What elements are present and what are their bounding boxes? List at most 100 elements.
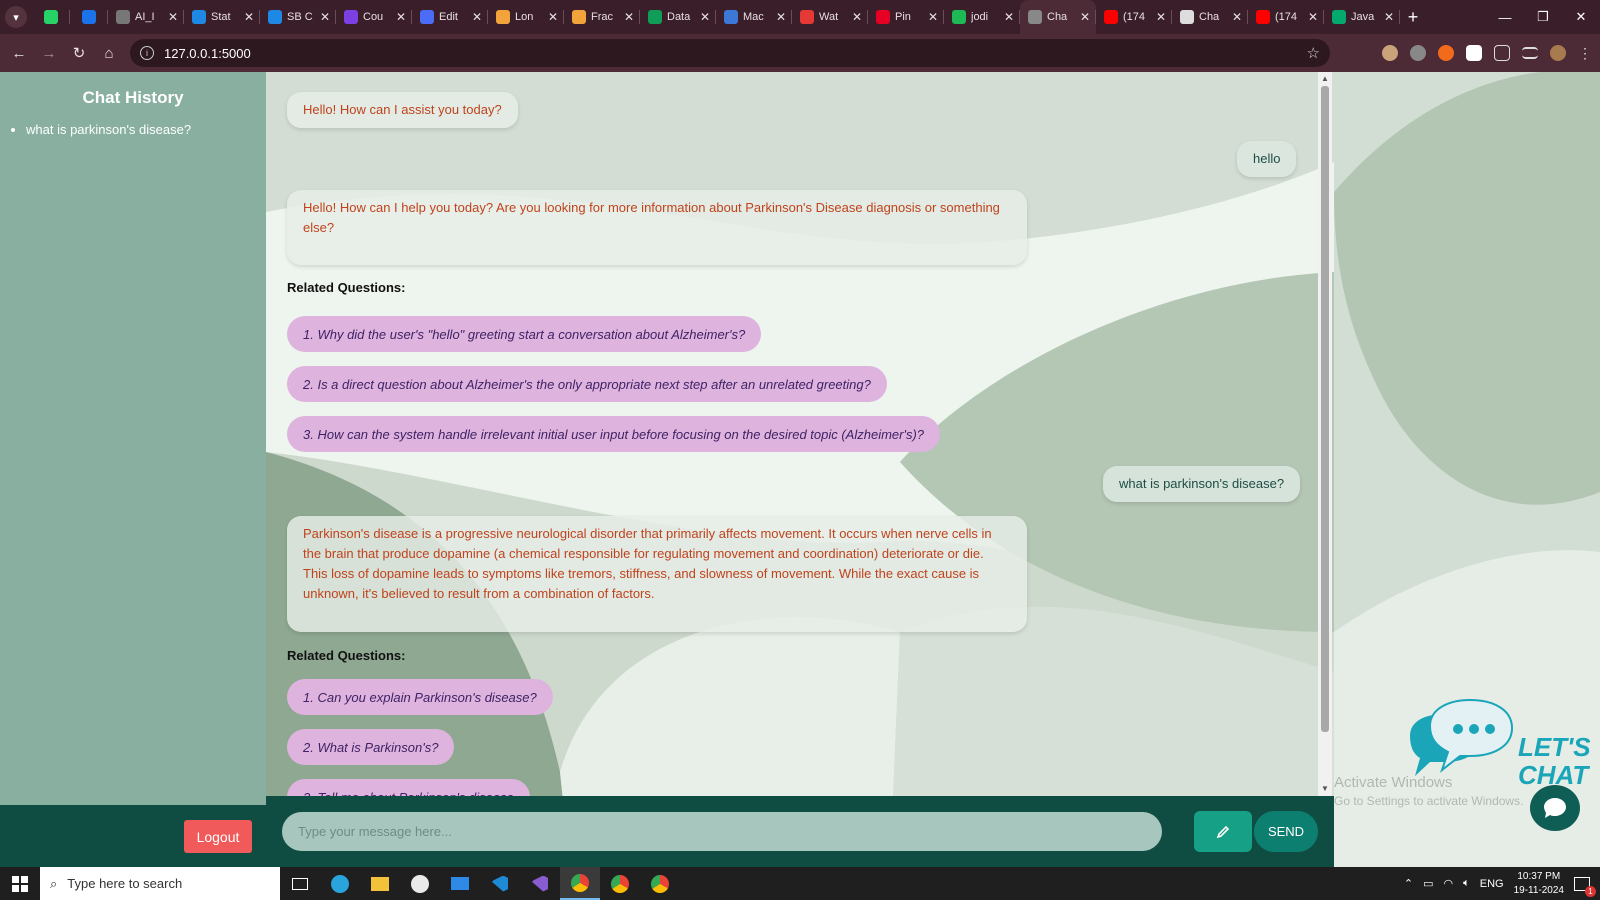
chevron-up-icon[interactable]: ⌃ xyxy=(1404,877,1413,890)
bolt-icon xyxy=(496,10,510,24)
home-icon[interactable]: ⌂ xyxy=(94,45,124,62)
close-tab-icon[interactable]: ✕ xyxy=(320,10,330,24)
browser-tab[interactable]: Cou ✕ xyxy=(336,0,412,34)
extension-icon[interactable] xyxy=(1466,45,1482,61)
menu-kebab-icon[interactable]: ⋮ xyxy=(1578,45,1592,62)
bookmark-star-icon[interactable]: ☆ xyxy=(1307,44,1320,62)
related-question-chip[interactable]: 3. Tell me about Parkinson's disease xyxy=(287,779,530,796)
message-input[interactable] xyxy=(282,812,1162,851)
browser-tab[interactable]: Cha ✕ xyxy=(1172,0,1248,34)
mail-icon[interactable] xyxy=(440,867,480,900)
sheets-icon xyxy=(648,10,662,24)
browser-tab[interactable]: AI_I ✕ xyxy=(108,0,184,34)
browser-tab[interactable]: Cha ✕ xyxy=(1020,0,1096,34)
tab-search-button[interactable]: ▾ xyxy=(0,0,32,34)
minimize-icon[interactable]: — xyxy=(1486,0,1524,34)
back-icon[interactable]: ← xyxy=(4,45,34,62)
volume-icon[interactable]: 🔈︎ xyxy=(1463,877,1470,890)
chrome-icon[interactable] xyxy=(640,867,680,900)
close-tab-icon[interactable]: ✕ xyxy=(1308,10,1318,24)
close-tab-icon[interactable]: ✕ xyxy=(928,10,938,24)
notification-icon[interactable]: 1 xyxy=(1574,876,1596,897)
taskbar-search[interactable]: ⌕ Type here to search xyxy=(40,867,280,900)
close-tab-icon[interactable]: ✕ xyxy=(700,10,710,24)
browser-tab[interactable]: Lon ✕ xyxy=(488,0,564,34)
browser-tab[interactable]: (174 ✕ xyxy=(1248,0,1324,34)
chat-scrollbar[interactable]: ▲ ▼ xyxy=(1318,72,1332,796)
chrome-icon[interactable] xyxy=(560,867,600,900)
web-page: Chat History what is parkinson's disease… xyxy=(0,72,1600,867)
task-view-icon[interactable] xyxy=(280,867,320,900)
new-tab-button[interactable]: + xyxy=(1400,7,1426,28)
browser-tab[interactable]: jodi ✕ xyxy=(944,0,1020,34)
browser-tab[interactable]: Frac ✕ xyxy=(564,0,640,34)
reload-icon[interactable]: ↻ xyxy=(64,44,94,62)
edge-icon[interactable] xyxy=(320,867,360,900)
browser-tab[interactable]: Pin ✕ xyxy=(868,0,944,34)
close-tab-icon[interactable]: ✕ xyxy=(396,10,406,24)
close-tab-icon[interactable]: ✕ xyxy=(624,10,634,24)
address-bar[interactable]: i 127.0.0.1:5000 ☆ xyxy=(130,39,1330,67)
close-window-icon[interactable]: ✕ xyxy=(1562,0,1600,34)
close-tab-icon[interactable]: ✕ xyxy=(1232,10,1242,24)
language-indicator[interactable]: ENG xyxy=(1480,878,1504,890)
browser-tab[interactable]: Stat ✕ xyxy=(184,0,260,34)
browser-tab[interactable]: (174 ✕ xyxy=(1096,0,1172,34)
chat-launcher-button[interactable] xyxy=(1530,785,1580,831)
site-info-icon[interactable]: i xyxy=(140,46,154,60)
forward-icon[interactable]: → xyxy=(34,45,64,62)
history-item[interactable]: what is parkinson's disease? xyxy=(26,122,191,137)
related-question-chip[interactable]: 1. Why did the user's "hello" greeting s… xyxy=(287,316,762,352)
close-tab-icon[interactable]: ✕ xyxy=(548,10,558,24)
close-tab-icon[interactable]: ✕ xyxy=(1004,10,1014,24)
close-tab-icon[interactable]: ✕ xyxy=(472,10,482,24)
browser-tab[interactable]: SB C ✕ xyxy=(260,0,336,34)
network-icon[interactable]: ◠ xyxy=(1444,877,1454,890)
chrome-icon[interactable] xyxy=(600,867,640,900)
bolt-icon xyxy=(572,10,586,24)
tab-title: Frac xyxy=(591,11,613,23)
related-question-chip[interactable]: 2. Is a direct question about Alzheimer'… xyxy=(287,366,887,402)
close-tab-icon[interactable]: ✕ xyxy=(1384,10,1394,24)
browser-tab[interactable]: Data ✕ xyxy=(640,0,716,34)
visual-studio-icon[interactable] xyxy=(520,867,560,900)
app-store-icon[interactable] xyxy=(400,867,440,900)
close-tab-icon[interactable]: ✕ xyxy=(168,10,178,24)
close-tab-icon[interactable]: ✕ xyxy=(776,10,786,24)
close-tab-icon[interactable]: ✕ xyxy=(1156,10,1166,24)
related-question-chip[interactable]: 3. How can the system handle irrelevant … xyxy=(287,416,941,452)
browser-tab[interactable]: Edit ✕ xyxy=(412,0,488,34)
file-explorer-icon[interactable] xyxy=(360,867,400,900)
browser-tab[interactable]: Mac ✕ xyxy=(716,0,792,34)
tab-title: Pin xyxy=(895,11,911,23)
extension-icon[interactable] xyxy=(1438,45,1454,61)
related-question-chip[interactable]: 2. What is Parkinson's? xyxy=(287,729,455,765)
scroll-down-icon[interactable]: ▼ xyxy=(1318,784,1332,793)
restore-icon[interactable]: ❐ xyxy=(1524,0,1562,34)
browser-tab[interactable]: Wat ✕ xyxy=(792,0,868,34)
logout-button[interactable]: Logout xyxy=(184,820,252,853)
microphone-button[interactable] xyxy=(1194,811,1252,852)
system-tray: ⌃ ▭ ◠ 🔈︎ ENG 10:37 PM 19-11-2024 1 xyxy=(1404,867,1600,900)
meet-now-icon[interactable]: ▭ xyxy=(1423,877,1433,890)
send-button[interactable]: SEND xyxy=(1254,811,1318,852)
browser-tab[interactable] xyxy=(32,0,70,34)
vscode-icon[interactable] xyxy=(480,867,520,900)
puzzle-icon[interactable] xyxy=(1494,45,1510,61)
window-controls: — ❐ ✕ xyxy=(1486,0,1600,34)
avatar[interactable] xyxy=(1550,45,1566,61)
history-list: what is parkinson's disease? xyxy=(10,122,191,137)
related-question-chip[interactable]: 1. Can you explain Parkinson's disease? xyxy=(287,679,553,715)
clock[interactable]: 10:37 PM 19-11-2024 xyxy=(1514,870,1564,898)
browser-tab[interactable] xyxy=(70,0,108,34)
extension-icon[interactable] xyxy=(1382,45,1398,61)
media-icon[interactable] xyxy=(1522,47,1538,59)
close-tab-icon[interactable]: ✕ xyxy=(852,10,862,24)
close-tab-icon[interactable]: ✕ xyxy=(244,10,254,24)
start-button[interactable] xyxy=(0,875,40,892)
scroll-up-icon[interactable]: ▲ xyxy=(1318,74,1332,83)
browser-tab[interactable]: Java ✕ xyxy=(1324,0,1400,34)
extension-icon[interactable] xyxy=(1410,45,1426,61)
close-tab-icon[interactable]: ✕ xyxy=(1080,10,1090,24)
scroll-thumb[interactable] xyxy=(1321,86,1329,732)
